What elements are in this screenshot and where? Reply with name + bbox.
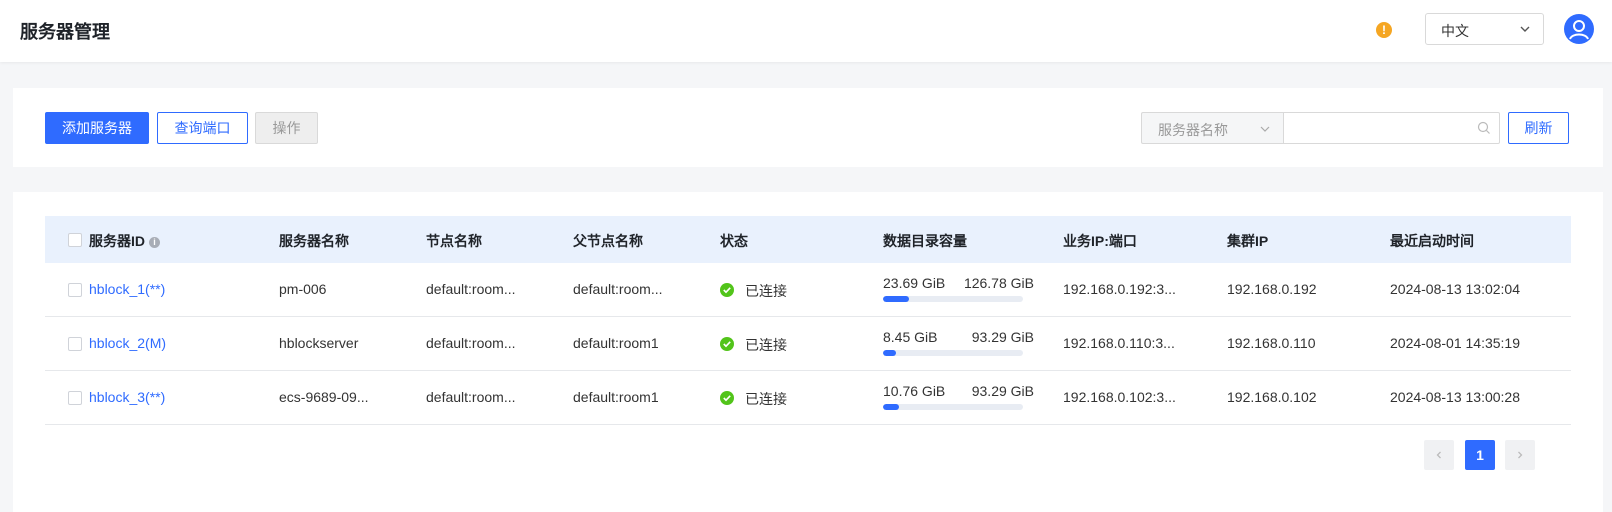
capacity-total: 93.29 GiB bbox=[971, 329, 1034, 345]
node-name: default:room... bbox=[426, 281, 516, 297]
column-header-id: 服务器ID i bbox=[89, 231, 160, 251]
business-ip-port: 192.168.0.102:3... bbox=[1063, 389, 1176, 405]
chevron-down-icon bbox=[1260, 126, 1270, 132]
row-checkbox[interactable] bbox=[68, 391, 82, 405]
user-icon[interactable] bbox=[1564, 14, 1594, 44]
table-row[interactable]: hblock_3(**) ecs-9689-09... default:room… bbox=[45, 371, 1571, 425]
check-circle-icon bbox=[720, 391, 734, 405]
toolbar-card: 添加服务器 查询端口 操作 服务器名称 刷新 bbox=[13, 88, 1603, 167]
row-checkbox[interactable] bbox=[68, 337, 82, 351]
server-name: ecs-9689-09... bbox=[279, 389, 369, 405]
parent-node-name: default:room... bbox=[573, 281, 663, 297]
capacity-bar-fill bbox=[883, 296, 910, 302]
capacity-bar-fill bbox=[883, 350, 896, 356]
status-text: 已连接 bbox=[745, 391, 787, 407]
column-header-node: 节点名称 bbox=[426, 233, 482, 249]
server-id-link[interactable]: hblock_3(**) bbox=[89, 389, 165, 405]
search-field-value: 服务器名称 bbox=[1158, 122, 1228, 138]
parent-node-name: default:room1 bbox=[573, 335, 659, 351]
table-row[interactable]: hblock_1(**) pm-006 default:room... defa… bbox=[45, 263, 1571, 317]
capacity-used: 8.45 GiB bbox=[883, 329, 938, 345]
pagination-next-button[interactable] bbox=[1505, 440, 1535, 470]
status-text: 已连接 bbox=[745, 283, 787, 299]
last-start-time: 2024-08-13 13:02:04 bbox=[1390, 281, 1520, 297]
business-ip-port: 192.168.0.110:3... bbox=[1063, 335, 1175, 351]
language-value: 中文 bbox=[1441, 23, 1469, 39]
column-header-name: 服务器名称 bbox=[279, 233, 349, 249]
top-header: 服务器管理 ! 中文 bbox=[0, 0, 1612, 62]
cluster-ip: 192.168.0.192 bbox=[1227, 281, 1317, 297]
server-table-card: 服务器ID i 服务器名称 节点名称 父节点名称 状态 数据目录容量 业务IP:端… bbox=[13, 192, 1603, 512]
search-input-box bbox=[1283, 112, 1500, 144]
column-header-start-time: 最近启动时间 bbox=[1390, 233, 1474, 249]
row-checkbox[interactable] bbox=[68, 283, 82, 297]
language-select[interactable]: 中文 bbox=[1425, 13, 1544, 45]
pagination-prev-button[interactable] bbox=[1424, 440, 1454, 470]
status-text: 已连接 bbox=[745, 337, 787, 353]
pagination-page-1[interactable]: 1 bbox=[1465, 440, 1495, 470]
last-start-time: 2024-08-01 14:35:19 bbox=[1390, 335, 1520, 351]
server-id-link[interactable]: hblock_2(M) bbox=[89, 335, 166, 351]
business-ip-port: 192.168.0.192:3... bbox=[1063, 281, 1176, 297]
last-start-time: 2024-08-13 13:00:28 bbox=[1390, 389, 1520, 405]
chevron-left-icon bbox=[1436, 451, 1441, 459]
capacity-total: 126.78 GiB bbox=[963, 275, 1034, 291]
chevron-down-icon bbox=[1520, 26, 1530, 32]
search-field-select[interactable]: 服务器名称 bbox=[1141, 112, 1283, 144]
capacity-bar bbox=[883, 350, 1023, 356]
column-header-cluster-ip: 集群IP bbox=[1227, 233, 1269, 249]
cluster-ip: 192.168.0.102 bbox=[1227, 389, 1317, 405]
select-all-checkbox[interactable] bbox=[68, 233, 82, 247]
capacity-bar bbox=[883, 296, 1023, 302]
chevron-right-icon bbox=[1518, 451, 1523, 459]
cluster-ip: 192.168.0.110 bbox=[1227, 335, 1316, 351]
check-circle-icon bbox=[720, 337, 734, 351]
check-circle-icon bbox=[720, 283, 734, 297]
table-row[interactable]: hblock_2(M) hblockserver default:room...… bbox=[45, 317, 1571, 371]
info-icon[interactable]: i bbox=[149, 237, 160, 248]
capacity-total: 93.29 GiB bbox=[971, 383, 1034, 399]
capacity-bar-fill bbox=[883, 404, 900, 410]
search-input[interactable] bbox=[1292, 117, 1472, 139]
exclamation-icon[interactable]: ! bbox=[1376, 22, 1392, 38]
search-icon[interactable] bbox=[1477, 121, 1491, 135]
column-header-capacity: 数据目录容量 bbox=[883, 233, 967, 249]
table-header: 服务器ID i 服务器名称 节点名称 父节点名称 状态 数据目录容量 业务IP:端… bbox=[45, 216, 1571, 263]
query-ports-button[interactable]: 查询端口 bbox=[157, 112, 248, 144]
column-header-parent: 父节点名称 bbox=[573, 233, 643, 249]
server-name: hblockserver bbox=[279, 335, 359, 351]
node-name: default:room... bbox=[426, 389, 516, 405]
operate-button[interactable]: 操作 bbox=[255, 112, 318, 144]
column-header-ip-port: 业务IP:端口 bbox=[1063, 233, 1137, 249]
server-id-link[interactable]: hblock_1(**) bbox=[89, 281, 165, 297]
refresh-button[interactable]: 刷新 bbox=[1508, 112, 1569, 144]
server-name: pm-006 bbox=[279, 281, 327, 297]
capacity-bar bbox=[883, 404, 1023, 410]
column-header-status: 状态 bbox=[720, 233, 748, 249]
add-server-button[interactable]: 添加服务器 bbox=[45, 112, 149, 144]
node-name: default:room... bbox=[426, 335, 516, 351]
parent-node-name: default:room1 bbox=[573, 389, 659, 405]
page-title: 服务器管理 bbox=[20, 22, 110, 42]
